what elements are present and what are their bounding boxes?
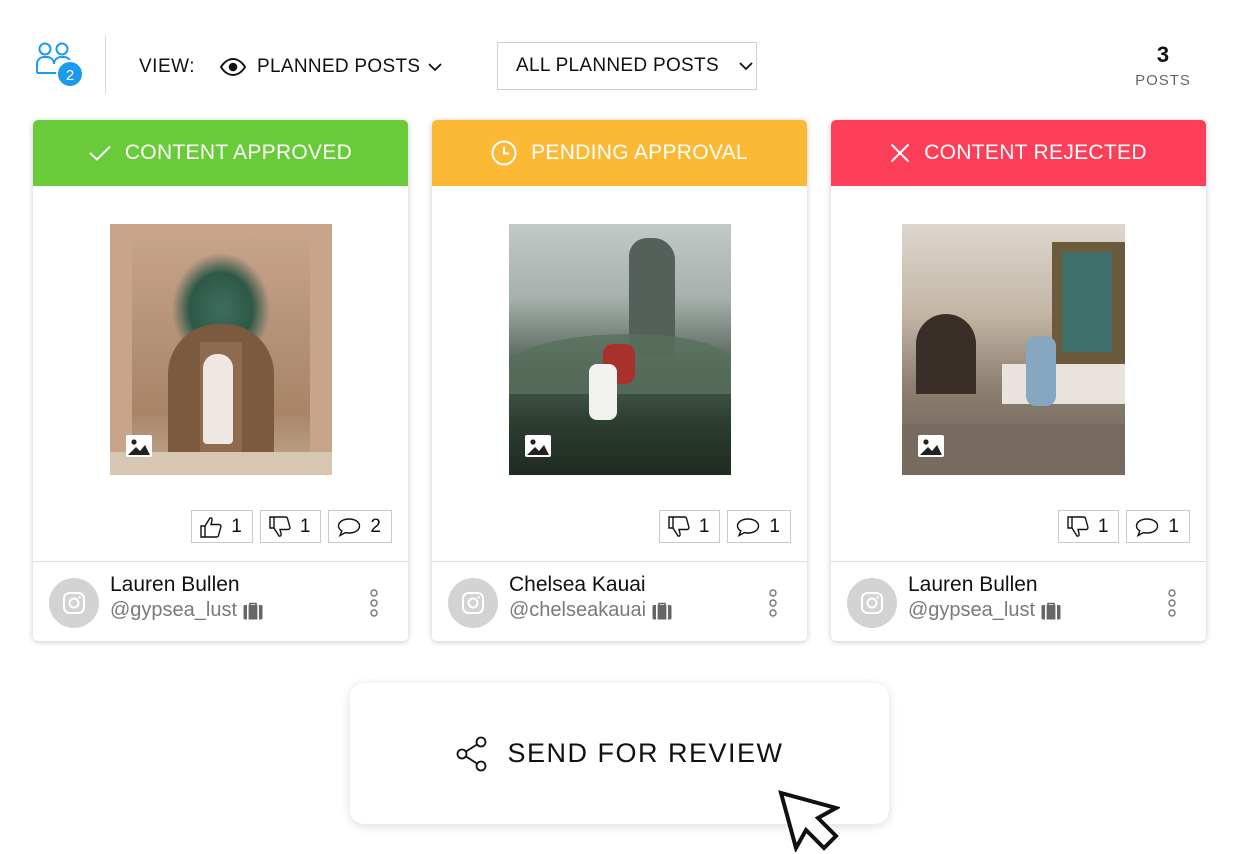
briefcase-icon [652,602,672,619]
toolbar: 2 VIEW: PLANNED POSTS ALL PLANNED POSTS … [0,0,1242,120]
card-footer: Chelsea Kauai @chelseakauai [432,562,807,641]
more-options-icon[interactable] [767,589,779,617]
image-icon [126,435,152,457]
account-name: Lauren Bullen [110,573,240,596]
like-count: 1 [231,515,242,537]
status-header-pending: PENDING APPROVAL [432,120,807,186]
filter-dropdown-value: ALL PLANNED POSTS [516,55,719,76]
account-handle-row: @chelseakauai [509,599,672,622]
status-header-approved: CONTENT APPROVED [33,120,408,186]
comment-count: 1 [769,515,780,537]
post-stats: 1 1 [658,510,791,543]
briefcase-icon [1041,602,1061,619]
comment-icon [338,517,361,537]
post-card[interactable]: CONTENT REJECTED 1 1 Lauren Bullen @gyps… [831,120,1206,641]
post-stats: 1 1 2 [191,510,392,543]
account-handle: @gypsea_lust [908,599,1036,621]
account-handle: @gypsea_lust [110,599,238,621]
card-footer: Lauren Bullen @gypsea_lust [33,562,408,641]
posts-count-number: 3 [1156,42,1170,67]
toolbar-divider [105,36,106,94]
account-handle-row: @gypsea_lust [110,599,263,622]
filter-dropdown[interactable]: ALL PLANNED POSTS [497,42,757,90]
clock-icon [491,140,517,166]
chevron-down-icon [428,63,442,72]
dislike-count-button[interactable]: 1 [1057,510,1120,543]
comment-count-button[interactable]: 1 [727,510,791,543]
send-for-review-label: SEND FOR REVIEW [507,738,784,768]
account-handle: @chelseakauai [509,599,647,621]
account-name: Lauren Bullen [908,573,1038,596]
dislike-count-button[interactable]: 1 [658,510,721,543]
x-icon [890,143,910,163]
thumbs-down-icon [269,515,291,537]
instagram-icon [861,592,883,614]
more-options-icon[interactable] [368,589,380,617]
thumbs-up-icon [200,516,222,538]
post-card[interactable]: PENDING APPROVAL 1 1 Chelsea Kauai @chel… [432,120,807,641]
avatar [49,578,99,628]
comment-count-button[interactable]: 1 [1126,510,1190,543]
status-label: CONTENT APPROVED [124,141,353,164]
briefcase-icon [243,602,263,619]
thumbs-down-icon [1067,515,1089,537]
status-label: PENDING APPROVAL [531,141,748,164]
comment-icon [1136,517,1159,537]
image-icon [525,435,551,457]
dislike-count: 1 [299,515,311,537]
comment-count: 2 [370,515,381,537]
avatar [847,578,897,628]
account-name: Chelsea Kauai [509,573,646,596]
view-dropdown[interactable]: PLANNED POSTS [220,52,442,82]
post-image[interactable] [509,224,731,475]
instagram-icon [462,592,484,614]
team-count-badge: 2 [56,60,84,88]
post-image[interactable] [110,224,332,475]
team-button[interactable]: 2 [36,40,92,92]
check-icon [89,145,111,161]
chevron-down-icon [739,62,753,71]
dislike-count: 1 [698,515,710,537]
instagram-icon [63,592,85,614]
mouse-pointer-icon [778,790,840,852]
status-label: CONTENT REJECTED [924,141,1147,164]
card-footer: Lauren Bullen @gypsea_lust [831,562,1206,641]
eye-icon [220,58,246,76]
posts-count-label: POSTS [1135,72,1191,89]
share-icon [457,736,487,771]
post-card[interactable]: CONTENT APPROVED 1 1 2 Lauren Bullen @gy… [33,120,408,641]
comment-icon [737,517,760,537]
dislike-count: 1 [1097,515,1109,537]
post-image[interactable] [902,224,1125,475]
avatar [448,578,498,628]
more-options-icon[interactable] [1166,589,1178,617]
post-stats: 1 1 [1057,510,1190,543]
comment-count-button[interactable]: 2 [328,510,392,543]
comment-count: 1 [1168,515,1179,537]
image-icon [918,435,944,457]
thumbs-down-icon [668,515,690,537]
view-label: VIEW: [139,56,195,77]
posts-count: 3 POSTS [1120,42,1206,89]
account-handle-row: @gypsea_lust [908,599,1061,622]
status-header-rejected: CONTENT REJECTED [831,120,1206,186]
view-dropdown-value: PLANNED POSTS [257,56,421,77]
like-count-button[interactable]: 1 [191,510,253,543]
dislike-count-button[interactable]: 1 [259,510,322,543]
